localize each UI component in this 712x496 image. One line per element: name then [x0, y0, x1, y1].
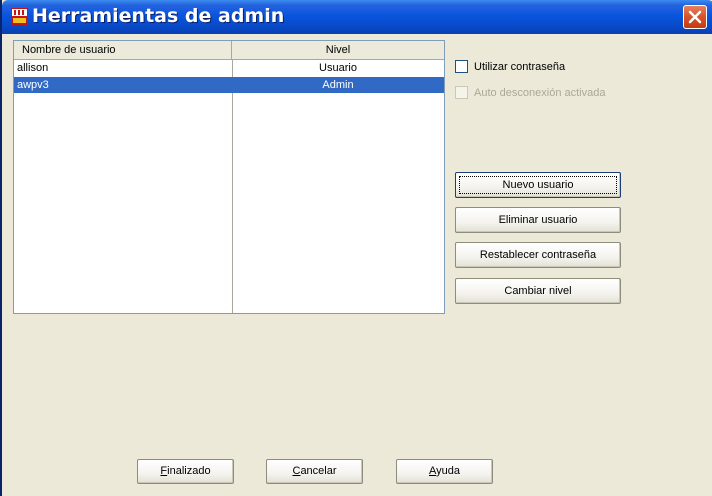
cancel-label: ancelar [300, 465, 337, 477]
help-button[interactable]: Ayuda [396, 459, 493, 484]
title-bar[interactable]: Herramientas de admin [2, 0, 712, 34]
column-header-username[interactable]: Nombre de usuario [14, 41, 232, 59]
change-level-button[interactable]: Cambiar nivel [455, 278, 621, 304]
reset-password-label: Restablecer contraseña [479, 249, 597, 261]
change-level-label: Cambiar nivel [504, 285, 572, 297]
column-divider [232, 59, 233, 313]
help-label: yuda [436, 465, 460, 477]
window-title: Herramientas de admin [32, 5, 285, 27]
users-list-header: Nombre de usuario Nivel [14, 41, 444, 60]
app-icon [11, 8, 28, 25]
done-button[interactable]: Finalizado [137, 459, 234, 484]
level-cell: Usuario [319, 62, 357, 74]
username-cell: allison [17, 62, 49, 74]
delete-user-label: Eliminar usuario [498, 214, 578, 226]
admin-tools-window: Herramientas de admin Nombre de usuario … [0, 0, 712, 496]
auto-logoff-label: Auto desconexión activada [474, 87, 606, 99]
reset-password-button[interactable]: Restablecer contraseña [455, 242, 621, 268]
table-row[interactable]: awpv3 Admin [14, 77, 444, 93]
auto-logoff-checkbox [455, 86, 468, 99]
use-password-checkbox[interactable] [455, 60, 468, 73]
delete-user-button[interactable]: Eliminar usuario [455, 207, 621, 233]
users-list[interactable]: Nombre de usuario Nivel allison Usuario … [13, 40, 445, 314]
use-password-label: Utilizar contraseña [474, 61, 566, 73]
username-cell: awpv3 [17, 79, 49, 91]
done-label: inalizado [167, 465, 211, 477]
new-user-label: Nuevo usuario [502, 179, 574, 191]
level-cell: Admin [322, 79, 354, 91]
close-button[interactable] [683, 5, 707, 29]
cancel-button[interactable]: Cancelar [266, 459, 363, 484]
table-row[interactable]: allison Usuario [14, 60, 444, 76]
new-user-button[interactable]: Nuevo usuario [455, 172, 621, 198]
close-icon [688, 10, 702, 24]
column-header-level[interactable]: Nivel [232, 41, 444, 59]
